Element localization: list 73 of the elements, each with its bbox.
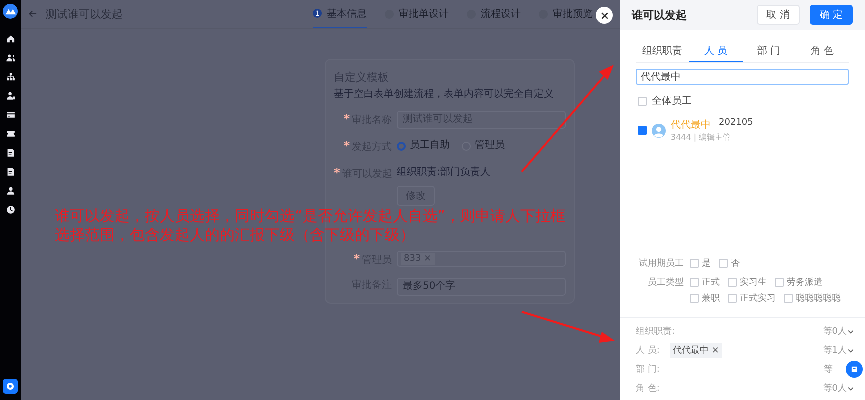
checkbox-label: 兼职 <box>702 292 720 305</box>
nav-org-icon[interactable] <box>6 72 16 82</box>
help-button[interactable] <box>3 379 18 394</box>
summary-count[interactable]: 等0人 <box>823 382 847 395</box>
summary-label: 部 门: <box>636 364 661 376</box>
checkbox[interactable] <box>784 294 793 303</box>
required-mark: * <box>354 252 360 266</box>
checkbox-label: 正式 <box>702 276 720 289</box>
nav-ticket-icon[interactable] <box>6 129 16 139</box>
required-mark: * <box>344 112 350 126</box>
floating-action-button[interactable] <box>846 361 863 378</box>
nav-person-icon[interactable] <box>6 91 16 101</box>
radio-option[interactable]: 管理员 <box>462 138 505 154</box>
app-logo[interactable] <box>3 4 18 19</box>
step-tab[interactable]: 审批单设计 <box>385 0 449 28</box>
checkbox[interactable] <box>728 278 737 287</box>
checkbox[interactable] <box>728 294 737 303</box>
checkbox-label: 是 <box>702 258 711 270</box>
checkbox-label: 劳务派遣 <box>787 276 823 289</box>
checkbox[interactable] <box>638 126 647 135</box>
person-id: 202105 <box>719 118 754 130</box>
cancel-button[interactable]: 取 消 <box>756 5 800 25</box>
tab[interactable]: 组织职责 <box>636 42 690 62</box>
chevron-down-icon[interactable] <box>847 384 855 392</box>
ring-icon <box>6 382 15 391</box>
annotation-text: 谁可以发起，按人员选择，同时勾选“是否允许发起人自选”，则申请人下拉框 <box>55 207 566 226</box>
annotation-text: 选择范围，包含发起人的的汇报下级（含下级的下级） <box>55 226 415 245</box>
search-field[interactable]: 代代最中 <box>636 69 849 85</box>
checkbox[interactable] <box>719 259 728 268</box>
nav-clock-icon[interactable] <box>6 205 16 215</box>
required-mark: * <box>344 139 350 153</box>
form-subtitle: 基于空白表单创建流程，表单内容可以完全自定义 <box>334 88 555 101</box>
nav-doc-icon[interactable] <box>6 148 16 158</box>
field-value: 组织职责:部门负责人 <box>397 166 490 180</box>
selected-tag[interactable]: 代代最中 × <box>670 343 722 358</box>
filter-label: 员工类型 <box>647 276 684 290</box>
checkbox-label: 否 <box>731 258 740 270</box>
nav-people-icon[interactable] <box>6 53 16 63</box>
summary-label: 角 色: <box>636 382 661 395</box>
checkbox[interactable] <box>690 278 699 287</box>
summary-count[interactable]: 等1人 <box>823 344 847 357</box>
confirm-button[interactable]: 确 定 <box>810 5 853 25</box>
text-area[interactable]: 最多50个字 <box>397 278 566 296</box>
nav-card-icon[interactable] <box>6 110 16 120</box>
filter-label: 试用期员工 <box>638 258 684 270</box>
person-name: 代代最中 <box>671 118 711 132</box>
tab[interactable]: 角 色 <box>796 42 849 62</box>
checkbox-label: 聪聪聪聪聪 <box>796 292 841 305</box>
step-tab[interactable]: 审批预览 <box>539 0 593 28</box>
person-detail: 3444 | 编辑主管 <box>671 133 732 142</box>
checkbox[interactable] <box>690 294 699 303</box>
nav-doc-icon[interactable] <box>6 167 16 177</box>
close-icon <box>600 10 610 20</box>
tab[interactable]: 部 门 <box>742 42 796 62</box>
tab[interactable]: 人 员 <box>689 42 742 62</box>
summary-count[interactable]: 等0人 <box>823 325 847 338</box>
chevron-down-icon[interactable] <box>847 328 855 336</box>
summary-count[interactable]: 等 <box>824 363 833 376</box>
required-mark: * <box>334 166 340 180</box>
avatar-icon <box>652 124 666 138</box>
nav-home-icon[interactable] <box>6 34 16 44</box>
radio-option[interactable]: 员工自助 <box>397 138 450 154</box>
summary-label: 人 员: <box>636 344 661 357</box>
checkbox[interactable] <box>775 278 784 287</box>
step-tab[interactable]: 流程设计 <box>467 0 521 28</box>
checkbox-label: 全体员工 <box>652 95 692 108</box>
dialog-title: 谁可以发起 <box>632 8 688 22</box>
checkbox-label: 实习生 <box>740 276 767 289</box>
chevron-down-icon[interactable] <box>847 346 855 354</box>
checkbox[interactable] <box>638 96 647 106</box>
checkbox-label: 正式实习 <box>740 292 776 305</box>
checkbox[interactable] <box>690 259 699 268</box>
nav-user-icon[interactable] <box>6 186 16 196</box>
